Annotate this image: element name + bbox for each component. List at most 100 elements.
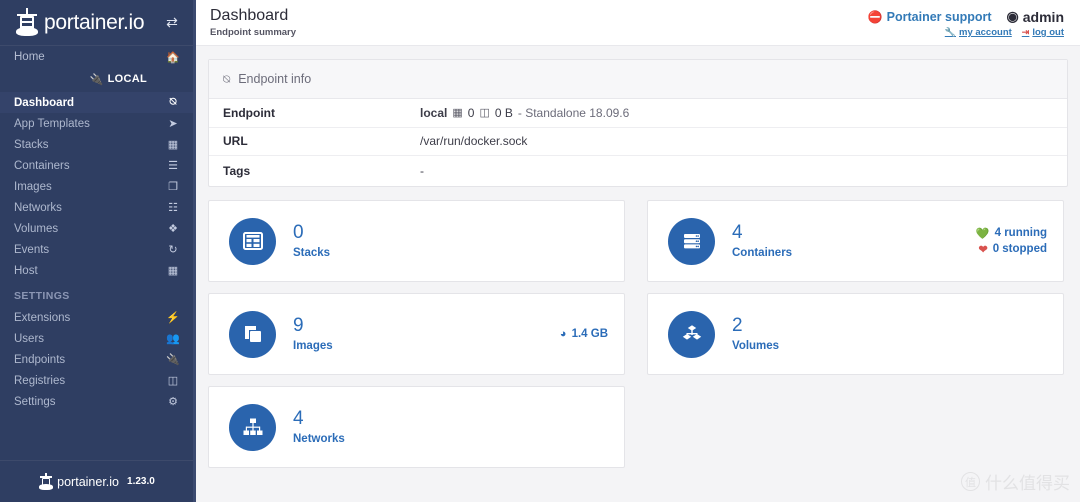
list-icon: ☰	[168, 160, 178, 172]
containers-running: 💚 4 running	[976, 227, 1047, 240]
images-size: ◕ 1.4 GB	[560, 328, 608, 340]
stacks-card[interactable]: 0 Stacks	[208, 200, 625, 282]
networks-icon	[229, 403, 276, 451]
sidebar-item-label: Endpoints	[14, 353, 66, 366]
database-icon: ◫	[167, 375, 179, 387]
sidebar-menu: Dashboard ⍉ App Templates ➤ Stacks ▦ Con…	[0, 90, 193, 281]
containers-count: 4	[732, 222, 743, 244]
sidebar-item-host[interactable]: Host ▦	[0, 260, 193, 281]
containers-card[interactable]: 4 Containers 💚 4 running ❤ 0 stopped	[647, 200, 1064, 282]
row-value: local ▦ 0 ◫ 0 B - Standalone 18.09.6	[420, 106, 629, 120]
cubes-icon: ❖	[168, 223, 178, 235]
sidebar-item-volumes[interactable]: Volumes ❖	[0, 218, 193, 239]
user-circle-icon: ◉	[1006, 8, 1019, 24]
sidebar-item-containers[interactable]: Containers ☰	[0, 155, 193, 176]
stacks-icon	[229, 217, 276, 265]
endpoint-memory: 0 B	[494, 105, 513, 120]
brand-text: portainer.io	[44, 11, 145, 34]
page-title: Dashboard	[210, 7, 289, 24]
sidebar-item-label: Containers	[14, 159, 70, 172]
wrench-icon: 🔧	[944, 27, 956, 37]
sidebar-brand[interactable]: portainer.io ⇄	[0, 0, 193, 45]
row-key: Tags	[223, 164, 251, 178]
my-account-link[interactable]: 🔧 my account	[945, 27, 1012, 38]
sidebar-item-app-templates[interactable]: App Templates ➤	[0, 113, 193, 134]
sidebar-item-label: Registries	[14, 374, 66, 387]
sidebar-item-home[interactable]: Home 🏠	[0, 46, 193, 68]
sidebar-item-networks[interactable]: Networks ☷	[0, 197, 193, 218]
tags-row: Tags -	[209, 156, 1067, 186]
volumes-icon	[668, 310, 715, 358]
sidebar-item-settings[interactable]: Settings ⚙	[0, 391, 193, 412]
stacks-label: Stacks	[293, 246, 331, 259]
containers-icon	[668, 217, 715, 265]
user-area: ⛔ Portainer support ◉ admin 🔧 my account…	[868, 7, 1064, 38]
url-row: URL /var/run/docker.sock	[209, 128, 1067, 156]
log-out-link[interactable]: ⇥ log out	[1022, 27, 1064, 38]
support-label: Portainer support	[886, 9, 992, 24]
row-key: Endpoint	[223, 105, 275, 120]
lifebuoy-icon: ⛔	[867, 9, 883, 24]
footer-version: 1.23.0	[127, 476, 155, 487]
log-out-label: log out	[1032, 27, 1064, 38]
endpoint-info-title: Endpoint info	[238, 72, 312, 86]
sidebar-toggle-icon[interactable]: ⇄	[161, 12, 183, 34]
endpoint-info-header: ⍉ Endpoint info	[209, 60, 1067, 99]
endpoint-info-panel: ⍉ Endpoint info Endpoint local ▦ 0 ◫ 0 B…	[208, 59, 1068, 187]
user-row-links: 🔧 my account ⇥ log out	[868, 27, 1064, 38]
sidebar-item-label: Networks	[14, 201, 62, 214]
containers-stopped-label: 0 stopped	[992, 243, 1047, 255]
sidebar-item-endpoints[interactable]: Endpoints 🔌	[0, 349, 193, 370]
table-icon: ▦	[167, 139, 179, 151]
images-size-line: ◕ 1.4 GB	[560, 328, 608, 340]
sidebar-item-users[interactable]: Users 👥	[0, 328, 193, 349]
images-count: 9	[293, 315, 304, 337]
containers-running-label: 4 running	[994, 227, 1047, 239]
endpoint-row: Endpoint local ▦ 0 ◫ 0 B - Standalone 18…	[209, 99, 1067, 128]
lighthouse-logo-icon	[14, 7, 40, 38]
sidebar-item-extensions[interactable]: Extensions ⚡	[0, 307, 193, 328]
sidebar-item-label: Home	[14, 51, 45, 63]
portainer-app: portainer.io ⇄ Home 🏠 🔌 LOCAL Dashboard …	[0, 0, 1080, 502]
rocket-icon: ➤	[168, 118, 178, 130]
sidebar-item-stacks[interactable]: Stacks ▦	[0, 134, 193, 155]
sidebar-item-label: Settings	[14, 395, 56, 408]
topbar: Dashboard Endpoint summary ⛔ Portainer s…	[196, 0, 1080, 46]
portainer-support-link[interactable]: ⛔ Portainer support	[868, 10, 992, 24]
row-value: -	[420, 164, 424, 178]
sidebar-item-dashboard[interactable]: Dashboard ⍉	[0, 92, 193, 113]
images-card[interactable]: 9 Images ◕ 1.4 GB	[208, 293, 625, 375]
sidebar-item-images[interactable]: Images ❐	[0, 176, 193, 197]
clone-icon: ❐	[168, 181, 178, 193]
networks-count: 4	[293, 408, 304, 430]
sidebar-item-events[interactable]: Events ↻	[0, 239, 193, 260]
content: ⍉ Endpoint info Endpoint local ▦ 0 ◫ 0 B…	[196, 46, 1080, 468]
sidebar-item-label: App Templates	[14, 117, 90, 130]
containers-stopped: ❤ 0 stopped	[978, 243, 1047, 256]
volumes-body: 2 Volumes	[732, 316, 779, 352]
sidebar-item-label: Volumes	[14, 222, 59, 235]
volumes-label: Volumes	[732, 339, 780, 352]
containers-label: Containers	[732, 246, 793, 259]
plug-icon: 🔌	[166, 354, 180, 366]
sidebar-item-label: Events	[14, 243, 50, 256]
watermark: 值 什么值得买	[961, 469, 1070, 494]
user-row-primary: ⛔ Portainer support ◉ admin	[868, 8, 1064, 25]
volumes-card[interactable]: 2 Volumes	[647, 293, 1064, 375]
user-menu[interactable]: ◉ admin	[1007, 8, 1064, 25]
networks-card[interactable]: 4 Networks	[208, 386, 625, 468]
stat-cards-grid: 0 Stacks 4 Containers 💚 4 running ❤ 0 st…	[208, 200, 1068, 468]
users-icon: 👥	[166, 333, 180, 345]
sidebar-item-label: Images	[14, 180, 52, 193]
user-name: admin	[1022, 8, 1064, 25]
history-icon: ↻	[168, 244, 178, 256]
footer-brand-text: portainer.io	[57, 474, 120, 489]
sidebar-item-label: Stacks	[14, 138, 49, 151]
dashboard-icon: ⍉	[223, 71, 231, 86]
sidebar-item-registries[interactable]: Registries ◫	[0, 370, 193, 391]
heartbeat-red-icon: ❤	[978, 243, 988, 256]
volumes-count: 2	[732, 315, 743, 337]
sidebar-item-label: Extensions	[14, 311, 71, 324]
sidebar-item-label: Users	[14, 332, 45, 345]
sidebar-footer: portainer.io 1.23.0	[0, 460, 193, 502]
